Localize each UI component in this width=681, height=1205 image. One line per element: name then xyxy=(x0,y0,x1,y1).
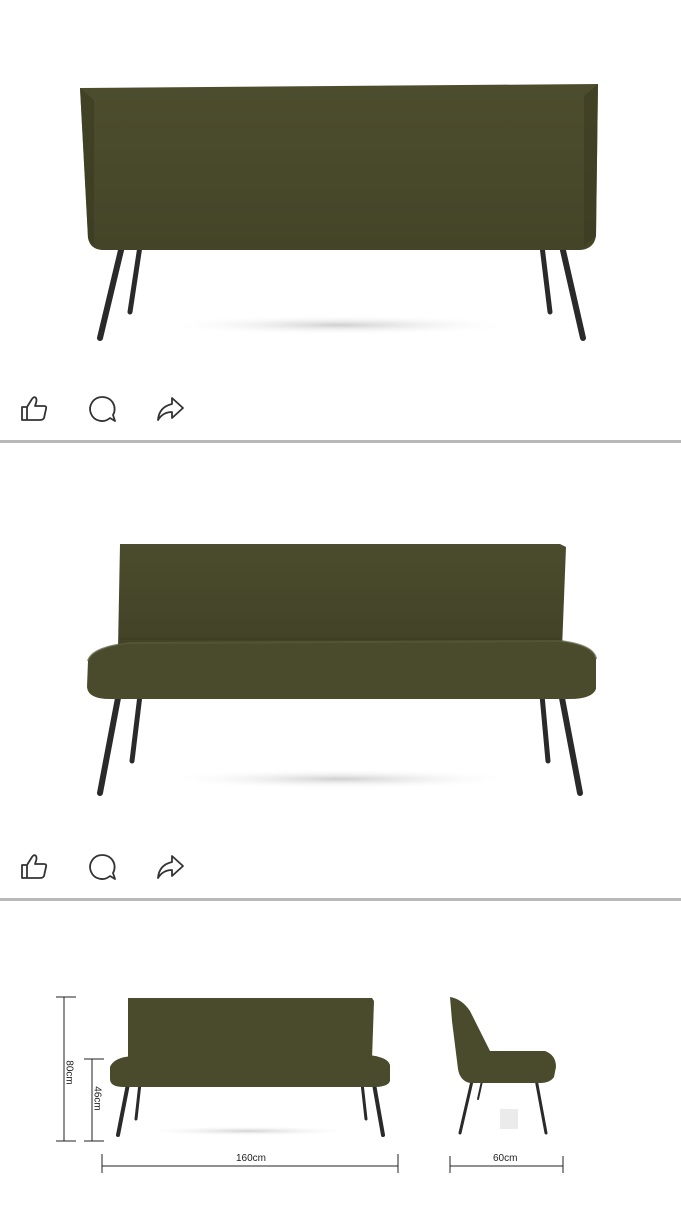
sofa-back-illustration xyxy=(80,84,598,341)
leg-front-right xyxy=(559,695,583,796)
post-image-sofa-front[interactable] xyxy=(0,443,681,836)
floor-shadow xyxy=(160,315,520,335)
depth-label: 60cm xyxy=(493,1153,518,1164)
share-icon xyxy=(157,397,184,421)
like-button[interactable] xyxy=(16,391,52,427)
height-label: 80cm xyxy=(63,1060,75,1085)
comment-icon xyxy=(89,854,116,880)
leg-back-right xyxy=(539,243,553,315)
sofa-seat-small xyxy=(110,1055,390,1087)
thumbs-up-icon xyxy=(21,396,48,421)
post-3: 80cm 46cm 160cm 60cm xyxy=(0,901,681,1200)
leg-front-right xyxy=(559,243,586,341)
sofa-side-view xyxy=(450,997,556,1083)
like-button[interactable] xyxy=(16,849,52,885)
seat-height-label: 46cm xyxy=(91,1086,103,1111)
sofa-back-panel xyxy=(80,84,598,250)
floor-shadow xyxy=(160,769,520,789)
share-icon xyxy=(157,855,184,879)
post-2 xyxy=(0,443,681,901)
leg-front-left xyxy=(97,695,121,796)
thumbs-up-icon xyxy=(21,854,48,879)
action-bar xyxy=(0,378,681,440)
post-1 xyxy=(0,0,681,443)
comment-button[interactable] xyxy=(84,391,120,427)
post-image-sofa-back[interactable] xyxy=(0,0,681,378)
leg-back-left xyxy=(129,692,143,764)
leg-back-left xyxy=(127,243,143,315)
sofa-seat xyxy=(87,641,596,699)
leg-front-left xyxy=(97,243,125,341)
sofa-front-illustration xyxy=(87,544,597,796)
sofa-backrest-small xyxy=(128,998,374,1059)
width-label: 160cm xyxy=(236,1153,267,1164)
comment-button[interactable] xyxy=(84,849,120,885)
action-bar xyxy=(0,836,681,898)
dimension-diagram xyxy=(56,996,564,1173)
comment-icon xyxy=(89,396,116,422)
leg-back-right xyxy=(539,692,551,764)
share-button[interactable] xyxy=(152,391,188,427)
sofa-backrest xyxy=(118,544,566,649)
share-button[interactable] xyxy=(152,849,188,885)
post-image-sofa-dimensions[interactable]: 80cm 46cm 160cm 60cm xyxy=(0,901,681,1200)
